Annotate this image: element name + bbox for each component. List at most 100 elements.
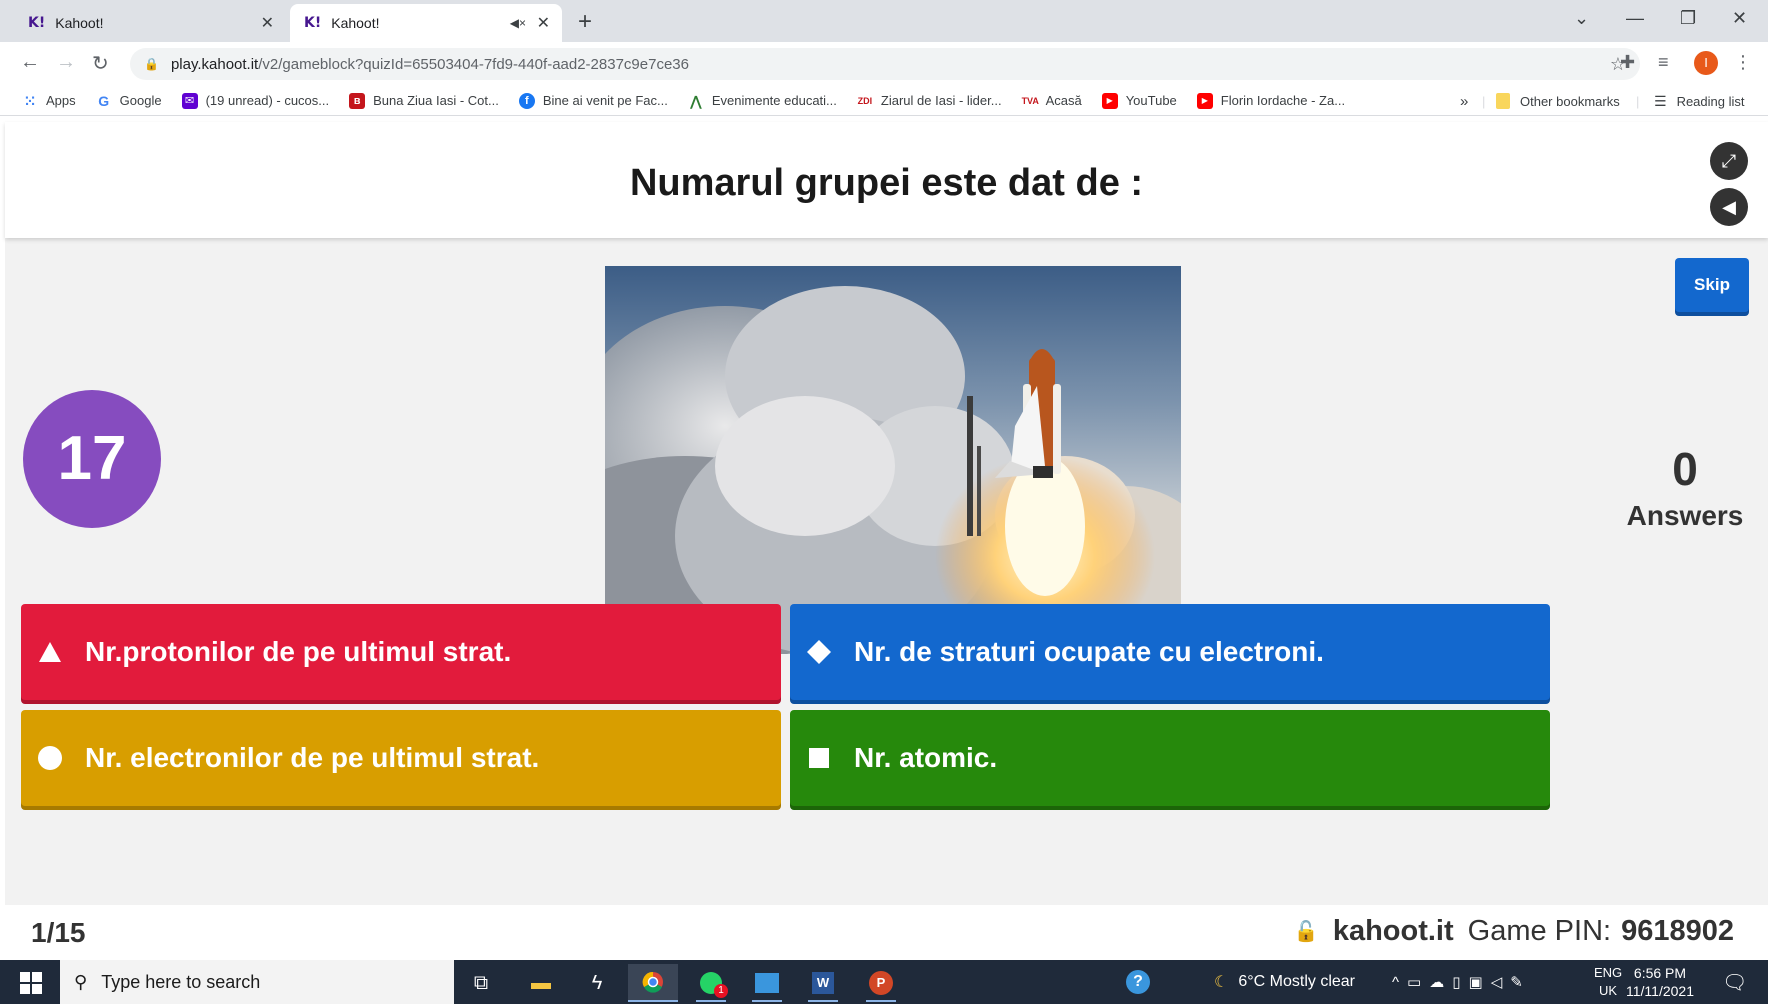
kahoot-favicon-icon: K! — [304, 15, 322, 31]
keyboard-layout: UK — [1599, 983, 1618, 998]
apps-grid-icon: ⁙ — [24, 92, 36, 109]
bzi-icon: ʙ — [349, 92, 366, 109]
tab-search-icon[interactable]: ⌄ — [1574, 8, 1589, 29]
answer-option-circle[interactable]: Nr. electronilor de pe ultimul strat. — [21, 710, 781, 806]
other-bookmarks[interactable]: Other bookmarks — [1496, 86, 1620, 116]
bookmarks-divider: | — [1636, 93, 1640, 109]
bookmarks-overflow-icon[interactable]: » — [1460, 86, 1468, 116]
word-taskbar-icon[interactable]: W — [798, 964, 848, 1002]
menu-icon[interactable]: ⋮ — [1734, 52, 1752, 73]
google-icon: G — [98, 92, 110, 109]
youtube-icon: ▶ — [1101, 92, 1118, 109]
restore-icon[interactable]: ❐ — [1680, 8, 1696, 29]
bookmark-label: YouTube — [1125, 93, 1177, 108]
sound-icon[interactable]: ◀ — [1710, 188, 1748, 226]
bookmark-evenimente[interactable]: ⋀ Evenimente educati... — [688, 93, 837, 109]
bookmark-zdi[interactable]: ZDI Ziarul de Iasi - lider... — [857, 93, 1002, 109]
square-icon — [806, 745, 832, 771]
fullscreen-icon[interactable]: ⤢ — [1710, 142, 1748, 180]
battery-icon[interactable]: ▭ — [1407, 973, 1429, 991]
bookmark-bzi[interactable]: ʙ Buna Ziua Iasi - Cot... — [349, 92, 499, 109]
help-icon[interactable]: ? — [1126, 960, 1150, 1004]
zdi-icon: ZDI — [857, 95, 873, 106]
weather-widget[interactable]: ☾ 6°C Mostly clear — [1214, 960, 1355, 1004]
unlock-icon[interactable]: 🔓 — [1294, 919, 1319, 944]
bookmarks-bar: ⁙ Apps G Google ✉ (19 unread) - cucos...… — [0, 86, 1768, 116]
back-icon[interactable]: ← — [20, 51, 40, 74]
notifications-icon[interactable]: 🗨 — [1722, 960, 1747, 1004]
tab-title: Kahoot! — [55, 15, 104, 31]
chevron-up-icon[interactable]: ^ — [1392, 974, 1407, 991]
display-icon[interactable]: ▣ — [1469, 973, 1491, 991]
reload-icon[interactable]: ↻ — [92, 51, 109, 76]
circle-icon — [37, 745, 63, 771]
search-placeholder: Type here to search — [101, 971, 261, 992]
address-bar[interactable]: 🔒 play.kahoot.it/v2/gameblock?quizId=655… — [130, 48, 1640, 80]
bookmark-yahoo-mail[interactable]: ✉ (19 unread) - cucos... — [181, 92, 329, 109]
kahoot-site: kahoot.it — [1332, 915, 1454, 947]
tab-strip: K! Kahoot! ✕ K! Kahoot! ◀× ✕ + ⌄ — ❐ ✕ — [0, 0, 1768, 42]
photos-taskbar-icon[interactable] — [742, 964, 792, 1002]
powerpoint-taskbar-icon[interactable]: P — [856, 964, 906, 1002]
extensions-icon[interactable]: ✚ — [1620, 52, 1635, 73]
pen-icon[interactable]: ✎ — [1510, 973, 1531, 991]
bookmark-label: Evenimente educati... — [711, 93, 837, 108]
reading-list[interactable]: ☰ Reading list — [1654, 86, 1745, 116]
clock-date: 11/11/2021 — [1626, 983, 1694, 999]
game-footer: 1/15 🔓 kahoot.it Game PIN: 9618902 — [5, 905, 1768, 960]
network-icon[interactable]: ▯ — [1452, 973, 1468, 991]
profile-avatar[interactable]: I — [1694, 51, 1718, 75]
answer-option-diamond[interactable]: Nr. de straturi ocupate cu electroni. — [790, 604, 1550, 700]
weather-text: 6°C Mostly clear — [1238, 973, 1355, 990]
answer-option-triangle[interactable]: Nr.protonilor de pe ultimul strat. — [21, 604, 781, 700]
volume-icon[interactable]: ◁ — [1491, 973, 1511, 991]
close-window-icon[interactable]: ✕ — [1732, 8, 1747, 29]
tab-title: Kahoot! — [331, 15, 380, 31]
minimize-icon[interactable]: — — [1626, 8, 1644, 29]
cloud-icon[interactable]: ☁ — [1429, 973, 1452, 991]
answers-count-label: Answers — [1626, 500, 1744, 531]
question-title: Numarul grupei este dat de : — [629, 162, 1144, 204]
mute-tab-icon[interactable]: ◀× — [510, 16, 526, 30]
kahoot-favicon-icon: K! — [28, 15, 46, 31]
browser-toolbar: ← → ↻ 🔒 play.kahoot.it/v2/gameblock?quiz… — [0, 42, 1768, 86]
system-tray-icons[interactable]: ^ ▭ ☁ ▯ ▣ ◁ ✎ — [1392, 960, 1531, 1004]
bookmark-facebook[interactable]: f Bine ai venit pe Fac... — [518, 92, 668, 109]
forward-icon[interactable]: → — [56, 51, 76, 74]
new-tab-icon[interactable]: + — [578, 8, 592, 36]
chrome-taskbar-icon[interactable] — [628, 964, 678, 1002]
bookmark-label: Apps — [46, 93, 76, 108]
bookmark-label: Buna Ziua Iasi - Cot... — [373, 93, 499, 108]
answer-text: Nr. electronilor de pe ultimul strat. — [85, 742, 540, 773]
browser-tab-2[interactable]: K! Kahoot! ◀× ✕ — [290, 4, 562, 42]
answer-text: Nr.protonilor de pe ultimul strat. — [85, 636, 512, 667]
bookmark-acasa[interactable]: TVA Acasă — [1022, 93, 1082, 109]
triangle-icon — [37, 639, 63, 665]
skip-button[interactable]: Skip — [1675, 258, 1749, 312]
reading-list-icon: ☰ — [1654, 92, 1667, 109]
lock-icon: 🔒 — [144, 57, 159, 71]
taskbar-clock[interactable]: 6:56 PM 11/11/2021 — [1626, 964, 1694, 1000]
file-explorer-icon[interactable]: ▬ — [516, 964, 566, 1002]
bookmark-apps[interactable]: ⁙ Apps — [22, 93, 76, 109]
yahoo-mail-icon: ✉ — [181, 92, 198, 109]
close-tab-icon[interactable]: ✕ — [261, 13, 274, 33]
taskbar-search-box[interactable]: ⚲ Type here to search — [60, 960, 454, 1004]
language-indicator[interactable]: ENG UK — [1594, 964, 1622, 1000]
bookmark-florin-iordache[interactable]: ▶ Florin Iordache - Za... — [1196, 92, 1345, 109]
question-progress: 1/15 — [31, 917, 86, 948]
url-host: play.kahoot.it — [170, 55, 259, 73]
close-tab-icon[interactable]: ✕ — [537, 13, 550, 33]
browser-tab-1[interactable]: K! Kahoot! ✕ — [14, 4, 286, 42]
windows-start-icon[interactable] — [20, 972, 42, 994]
whatsapp-taskbar-icon[interactable]: 1 — [686, 964, 736, 1002]
folder-icon — [1496, 93, 1510, 109]
bookmark-youtube[interactable]: ▶ YouTube — [1101, 92, 1177, 109]
lightning-app-icon[interactable]: ϟ — [572, 964, 622, 1002]
task-view-icon[interactable]: ⧉ — [456, 964, 506, 1002]
tva-icon: TVA — [1021, 95, 1039, 106]
answer-option-square[interactable]: Nr. atomic. — [790, 710, 1550, 806]
media-control-icon[interactable]: ≡ — [1658, 52, 1669, 73]
bookmark-google[interactable]: G Google — [96, 92, 161, 109]
events-icon: ⋀ — [689, 92, 702, 109]
